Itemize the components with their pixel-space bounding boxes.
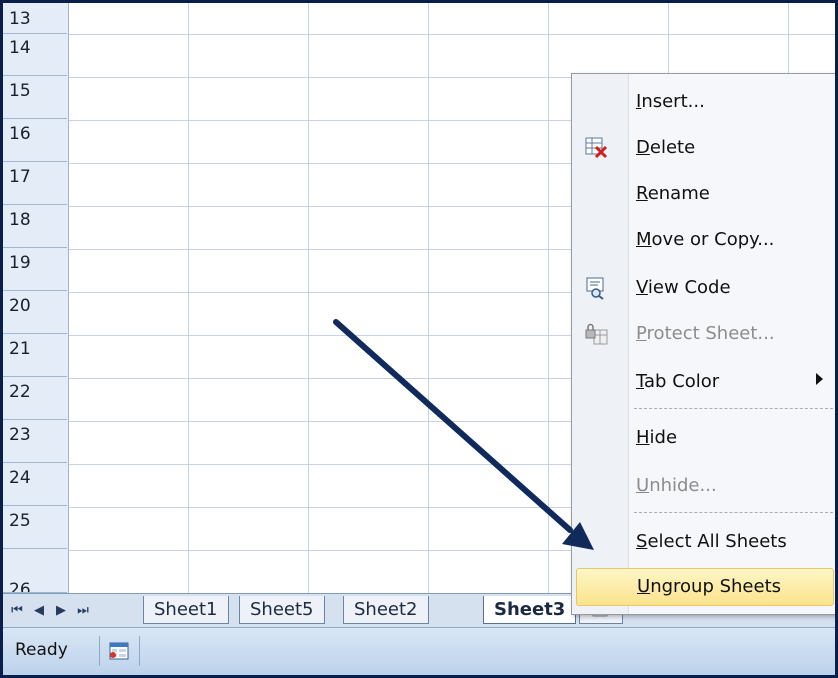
previous-sheet-icon[interactable]: ◀ [31, 600, 47, 620]
menu-item-view-code[interactable]: View Code [572, 270, 835, 306]
tab-sheet1[interactable]: Sheet1 [143, 596, 229, 624]
row-header-15[interactable]: 15 [3, 77, 67, 119]
tab-label: Sheet1 [154, 599, 218, 620]
row-header-24[interactable]: 24 [3, 464, 67, 506]
sheet-tab-context-menu: Insert... Delete Rename Move or Copy... [571, 73, 835, 615]
tab-label: Sheet5 [250, 599, 314, 620]
row-header-23[interactable]: 23 [3, 421, 67, 463]
tab-sheet5[interactable]: Sheet5 [239, 596, 325, 624]
row-header-16[interactable]: 16 [3, 120, 67, 162]
menu-item-select-all-sheets[interactable]: Select All Sheets [572, 524, 835, 560]
menu-item-unhide[interactable]: Unhide... [572, 468, 835, 504]
tab-label: Sheet2 [354, 599, 418, 620]
menu-item-protect-sheet[interactable]: Protect Sheet... [572, 316, 835, 352]
tab-label: Sheet3 [494, 599, 566, 620]
row-header-22[interactable]: 22 [3, 378, 67, 420]
excel-window: 13 14 15 16 17 18 19 20 21 22 23 24 25 2… [0, 0, 838, 678]
row-header-14[interactable]: 14 [3, 34, 67, 76]
row-header-17[interactable]: 17 [3, 163, 67, 205]
row-headers: 13 14 15 16 17 18 19 20 21 22 23 24 25 2… [3, 3, 69, 593]
status-bar: Ready [3, 627, 835, 675]
protect-sheet-icon [585, 323, 608, 345]
row-header-26[interactable]: 26 [3, 550, 67, 593]
menu-separator [634, 512, 835, 513]
status-divider [139, 636, 140, 666]
menu-separator [634, 408, 835, 409]
menu-item-move-or-copy[interactable]: Move or Copy... [572, 222, 835, 258]
row-header-21[interactable]: 21 [3, 335, 67, 377]
menu-item-ungroup-sheets[interactable]: Ungroup Sheets [576, 568, 834, 606]
row-header-19[interactable]: 19 [3, 249, 67, 291]
macro-recording-icon[interactable] [109, 642, 129, 660]
menu-item-tab-color[interactable]: Tab Color [572, 364, 835, 400]
first-sheet-icon[interactable]: ⏮ [9, 600, 25, 620]
delete-sheet-icon [585, 137, 608, 159]
status-ready-text: Ready [15, 640, 68, 660]
row-header-18[interactable]: 18 [3, 206, 67, 248]
menu-item-insert[interactable]: Insert... [572, 84, 835, 120]
next-sheet-icon[interactable]: ▶ [53, 600, 69, 620]
row-header-13[interactable]: 13 [3, 3, 67, 34]
submenu-arrow-icon [816, 373, 823, 385]
tab-sheet3[interactable]: Sheet3 [483, 596, 577, 624]
menu-item-delete[interactable]: Delete [572, 130, 835, 166]
status-divider [99, 636, 100, 666]
view-code-icon [586, 277, 604, 300]
tab-sheet2[interactable]: Sheet2 [343, 596, 429, 624]
menu-item-hide[interactable]: Hide [572, 420, 835, 456]
row-header-25[interactable]: 25 [3, 507, 67, 549]
row-header-20[interactable]: 20 [3, 292, 67, 334]
menu-item-rename[interactable]: Rename [572, 176, 835, 212]
sheet-navigation: ⏮ ◀ ▶ ⏭ [9, 600, 91, 622]
last-sheet-icon[interactable]: ⏭ [75, 600, 91, 620]
